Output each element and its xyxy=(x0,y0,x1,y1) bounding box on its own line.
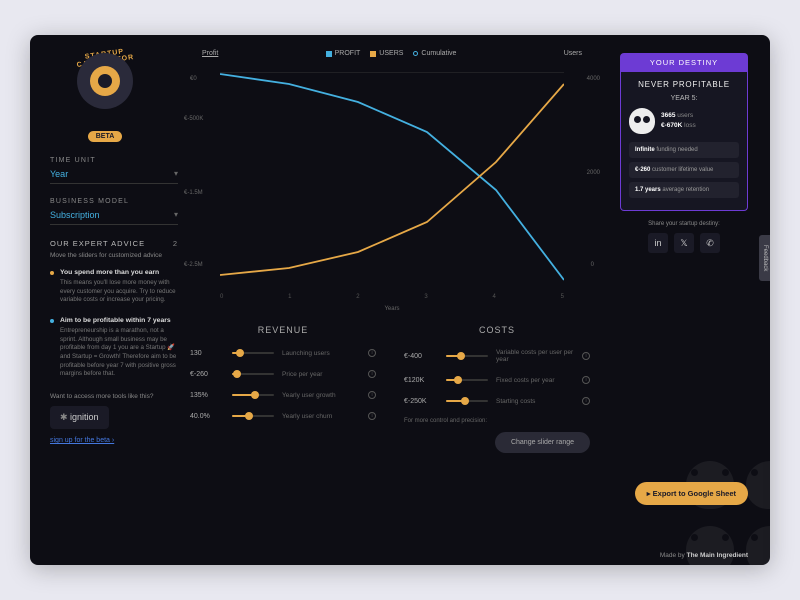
slider-value: 40.0% xyxy=(190,413,224,420)
advice-count: 2 xyxy=(173,239,178,248)
info-icon[interactable]: i xyxy=(368,391,376,399)
revenue-title: REVENUE xyxy=(190,325,376,335)
share-label: Share your startup destiny: xyxy=(620,221,748,227)
slider-value: 130 xyxy=(190,350,224,357)
tools-label: Want to access more tools like this? xyxy=(50,393,178,400)
export-button[interactable]: Export to Google Sheet xyxy=(635,482,748,505)
slider-label: Variable costs per user per year xyxy=(496,349,574,363)
slider-row: €-260 Price per year i xyxy=(190,370,376,378)
advice-title: You spend more than you earn xyxy=(60,269,178,276)
destiny-pill: 1.7 years average retention xyxy=(629,182,739,198)
costs-slider-2[interactable] xyxy=(446,400,488,402)
feedback-tab[interactable]: Feedback xyxy=(759,235,770,281)
slider-label: Yearly user growth xyxy=(282,392,360,399)
destiny-pill: €-260 customer lifetime value xyxy=(629,162,739,178)
slider-label: Price per year xyxy=(282,371,360,378)
chart: Profit PROFIT USERS Cumulative Users €0 … xyxy=(192,50,592,310)
y-axis-left-label: Profit xyxy=(202,50,218,57)
slider-row: 130 Launching users i xyxy=(190,349,376,357)
slider-row: €-400 Variable costs per user per year i xyxy=(404,349,590,363)
slider-row: €120K Fixed costs per year i xyxy=(404,376,590,384)
costs-slider-1[interactable] xyxy=(446,379,488,381)
slider-label: Starting costs xyxy=(496,398,574,405)
y-tick: 2000 xyxy=(587,170,600,176)
costs-column: COSTS €-400 Variable costs per user per y… xyxy=(404,325,590,453)
decorative-skulls xyxy=(680,455,770,565)
business-model-label: BUSINESS MODEL xyxy=(50,198,178,205)
advice-body: Entrepreneurship is a marathon, not a sp… xyxy=(60,327,178,379)
time-unit-label: TIME UNIT xyxy=(50,157,178,164)
destiny-stats: 3665 users €-670K loss xyxy=(661,111,696,131)
y-tick: €-500K xyxy=(184,116,203,122)
info-icon[interactable]: i xyxy=(582,397,590,405)
x-axis-label: Years xyxy=(384,306,399,312)
revenue-slider-1[interactable] xyxy=(232,373,274,375)
x-ticks: 012345 xyxy=(220,294,564,300)
legend: PROFIT USERS Cumulative xyxy=(326,50,457,57)
time-unit-select[interactable]: Year xyxy=(50,169,178,184)
share-linkedin-icon[interactable]: in xyxy=(648,233,668,253)
revenue-slider-0[interactable] xyxy=(232,352,274,354)
advice-subtitle: Move the sliders for customized advice xyxy=(50,252,178,259)
y-tick: €0 xyxy=(190,76,197,82)
change-range-button[interactable]: Change slider range xyxy=(495,432,590,453)
y-tick: €-2.5M xyxy=(184,262,203,268)
destiny-year: YEAR 5: xyxy=(629,95,739,102)
slider-value: €120K xyxy=(404,377,438,384)
info-icon[interactable]: i xyxy=(368,412,376,420)
share-whatsapp-icon[interactable]: ✆ xyxy=(700,233,720,253)
slider-row: 135% Yearly user growth i xyxy=(190,391,376,399)
info-icon[interactable]: i xyxy=(582,352,590,360)
slider-value: €-400 xyxy=(404,353,438,360)
advice-item: You spend more than you earn This means … xyxy=(50,269,178,305)
y-tick: 4000 xyxy=(587,76,600,82)
skull-icon xyxy=(629,108,655,134)
y-axis-right-label: Users xyxy=(564,50,582,57)
chart-plot xyxy=(220,72,564,282)
slider-value: 135% xyxy=(190,392,224,399)
revenue-slider-3[interactable] xyxy=(232,415,274,417)
slider-value: €-260 xyxy=(190,371,224,378)
y-tick: €-1.5M xyxy=(184,190,203,196)
destiny-header: YOUR DESTINY xyxy=(620,53,748,72)
beta-badge: BETA xyxy=(88,131,123,142)
share-twitter-icon[interactable]: 𝕏 xyxy=(674,233,694,253)
advice-body: This means you'll lose more money with e… xyxy=(60,279,178,305)
logo: STARTUP CALCULATOR BETA xyxy=(50,45,160,143)
revenue-slider-2[interactable] xyxy=(232,394,274,396)
costs-title: COSTS xyxy=(404,325,590,335)
info-icon[interactable]: i xyxy=(368,370,376,378)
info-icon[interactable]: i xyxy=(368,349,376,357)
signup-link[interactable]: sign up for the beta › xyxy=(50,437,178,444)
eye-icon xyxy=(90,66,120,96)
destiny-box: NEVER PROFITABLE YEAR 5: 3665 users €-67… xyxy=(620,72,748,211)
ignition-badge[interactable]: ignition xyxy=(50,406,109,429)
costs-slider-0[interactable] xyxy=(446,355,488,357)
slider-row: 40.0% Yearly user churn i xyxy=(190,412,376,420)
business-model-select[interactable]: Subscription xyxy=(50,210,178,225)
slider-label: Fixed costs per year xyxy=(496,377,574,384)
slider-label: Launching users xyxy=(282,350,360,357)
slider-value: €-250K xyxy=(404,398,438,405)
advice-item: Aim to be profitable within 7 years Entr… xyxy=(50,317,178,379)
revenue-column: REVENUE 130 Launching users i €-260 Price pe… xyxy=(190,325,376,453)
y-tick: 0 xyxy=(591,262,594,268)
destiny-pill: Infinite funding needed xyxy=(629,142,739,158)
more-control-hint: For more control and precision: xyxy=(404,418,590,426)
slider-label: Yearly user churn xyxy=(282,413,360,420)
advice-header: OUR EXPERT ADVICE xyxy=(50,239,145,248)
slider-row: €-250K Starting costs i xyxy=(404,397,590,405)
footer: Made by The Main Ingredient xyxy=(660,552,748,559)
advice-title: Aim to be profitable within 7 years xyxy=(60,317,178,324)
info-icon[interactable]: i xyxy=(582,376,590,384)
destiny-status: NEVER PROFITABLE xyxy=(629,80,739,89)
